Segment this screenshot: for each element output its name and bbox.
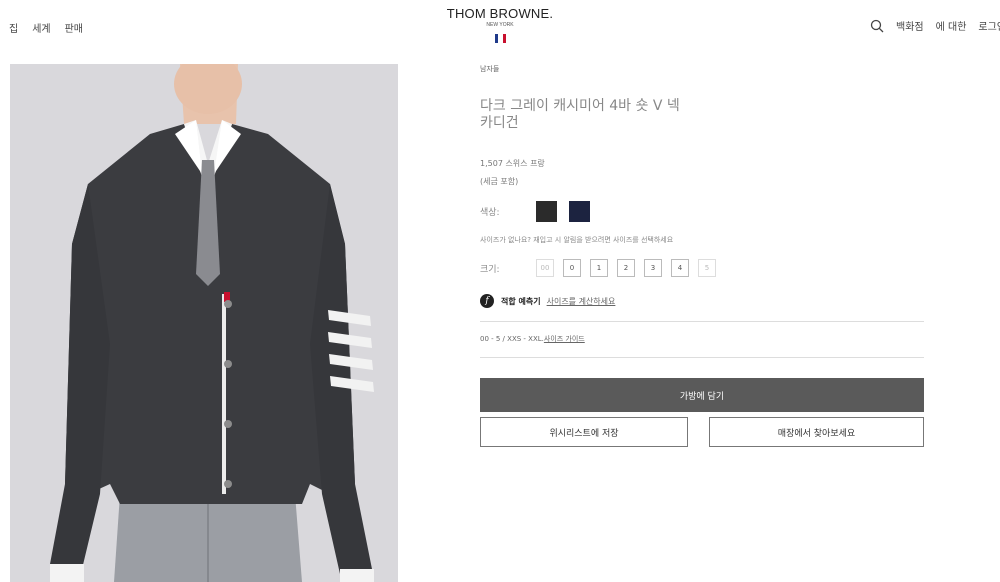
- size-label: 크기:: [480, 264, 500, 275]
- size-option-4[interactable]: 4: [671, 259, 689, 277]
- nav-login[interactable]: 로그인: [978, 18, 1000, 33]
- divider: [480, 321, 924, 322]
- size-option-0[interactable]: 0: [563, 259, 581, 277]
- fit-predictor-label: 적합 예측기: [501, 296, 541, 306]
- add-to-bag-button[interactable]: 가방에 담기: [480, 378, 924, 412]
- fit-predictor-icon: f: [480, 294, 494, 308]
- color-swatch-navy[interactable]: [569, 201, 590, 222]
- brand-logo[interactable]: THOM BROWNE. NEW YORK: [0, 6, 1000, 47]
- color-selector: 색상:: [480, 201, 924, 222]
- calculate-size-link[interactable]: 사이즈를 계산하세요: [547, 296, 616, 307]
- cardigan-photo: [10, 64, 398, 582]
- nav-right: 백화점 에 대한 로그인: [870, 18, 1000, 33]
- product-gender: 남자들: [480, 65, 500, 73]
- tax-note: (세금 포함): [480, 177, 519, 186]
- search-icon[interactable]: [870, 19, 884, 33]
- find-in-store-button[interactable]: 매장에서 찾아보세요: [709, 417, 924, 447]
- product-title: 다크 그레이 캐시미어 4바 숏 V 넥 카디건: [480, 98, 680, 131]
- save-to-wishlist-button[interactable]: 위시리스트에 저장: [480, 417, 688, 447]
- size-guide-row: 00 - 5 / XXS - XXL.사이즈 가이드: [480, 334, 924, 344]
- fit-predictor: f 적합 예측기 사이즈를 계산하세요: [480, 294, 924, 308]
- brand-name: THOM BROWNE.: [446, 6, 554, 21]
- nav-department-store[interactable]: 백화점: [896, 18, 924, 33]
- size-option-2[interactable]: 2: [617, 259, 635, 277]
- product-price: 1,507 스위스 프랑: [480, 159, 545, 168]
- size-option-00[interactable]: 00: [536, 259, 554, 277]
- size-option-3[interactable]: 3: [644, 259, 662, 277]
- size-option-5[interactable]: 5: [698, 259, 716, 277]
- secondary-actions: 위시리스트에 저장 매장에서 찾아보세요: [480, 417, 924, 447]
- color-label: 색상:: [480, 208, 500, 218]
- top-navigation: 집 세계 판매 THOM BROWNE. NEW YORK 백화점 에 대한 로…: [0, 0, 1000, 60]
- nav-about[interactable]: 에 대한: [936, 18, 967, 33]
- brand-city: NEW YORK: [486, 22, 514, 28]
- size-option-1[interactable]: 1: [590, 259, 608, 277]
- product-image[interactable]: [10, 64, 398, 582]
- size-range: 00 - 5 / XXS - XXL.: [480, 335, 544, 343]
- size-notify-prompt: 사이즈가 없나요? 재입고 시 알림을 받으려면 사이즈를 선택하세요: [480, 236, 674, 244]
- product-info: 남자들 다크 그레이 캐시미어 4바 숏 V 넥 카디건 1,507 스위스 프…: [480, 64, 924, 447]
- size-guide-link[interactable]: 사이즈 가이드: [544, 335, 585, 343]
- color-swatch-dark-grey[interactable]: [536, 201, 557, 222]
- size-selector: 크기: 00 0 1 2 3 4 5: [480, 259, 924, 277]
- flag-icon: [494, 34, 506, 43]
- divider: [480, 357, 924, 358]
